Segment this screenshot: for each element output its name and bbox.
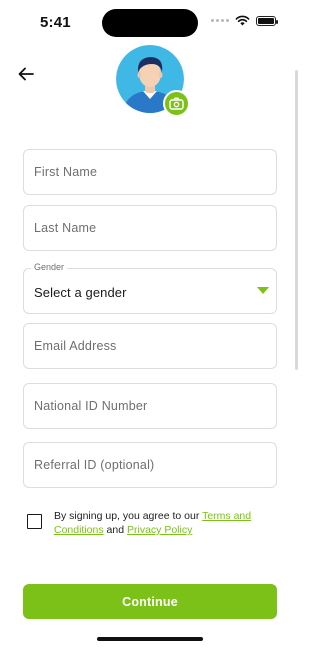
terms-prefix: By signing up, you agree to our xyxy=(54,510,203,522)
privacy-policy-link[interactable]: Privacy Policy xyxy=(127,524,192,536)
camera-rotate-icon xyxy=(169,97,184,110)
gender-label: Gender xyxy=(31,262,68,272)
caret-down-icon xyxy=(257,287,269,294)
referral-id-placeholder: Referral ID (optional) xyxy=(34,458,155,472)
arrow-left-icon xyxy=(18,67,34,81)
continue-button[interactable]: Continue xyxy=(23,584,277,619)
terms-conjunction: and xyxy=(103,524,127,536)
scrollbar[interactable] xyxy=(295,70,298,370)
gender-selected-value: Select a gender xyxy=(34,285,127,300)
status-bar: 5:41 xyxy=(0,0,300,44)
national-id-field[interactable]: National ID Number xyxy=(23,383,277,429)
first-name-placeholder: First Name xyxy=(34,165,98,179)
wifi-icon xyxy=(235,15,250,26)
status-icons xyxy=(211,15,278,26)
profile-photo[interactable] xyxy=(116,45,190,117)
back-button[interactable] xyxy=(14,64,38,84)
signal-dots-icon xyxy=(211,19,229,22)
first-name-field[interactable]: First Name xyxy=(23,149,277,195)
battery-icon xyxy=(256,15,278,26)
status-time: 5:41 xyxy=(40,14,71,31)
email-placeholder: Email Address xyxy=(34,339,117,353)
gender-select[interactable]: Gender Select a gender xyxy=(23,262,277,314)
dynamic-island xyxy=(102,9,198,37)
national-id-placeholder: National ID Number xyxy=(34,399,148,413)
email-field[interactable]: Email Address xyxy=(23,323,277,369)
terms-checkbox[interactable] xyxy=(27,514,42,529)
last-name-placeholder: Last Name xyxy=(34,221,97,235)
home-indicator xyxy=(97,637,203,641)
terms-text: By signing up, you agree to our Terms an… xyxy=(54,509,276,537)
last-name-field[interactable]: Last Name xyxy=(23,205,277,251)
referral-id-field[interactable]: Referral ID (optional) xyxy=(23,442,277,488)
change-photo-button[interactable] xyxy=(163,90,190,117)
